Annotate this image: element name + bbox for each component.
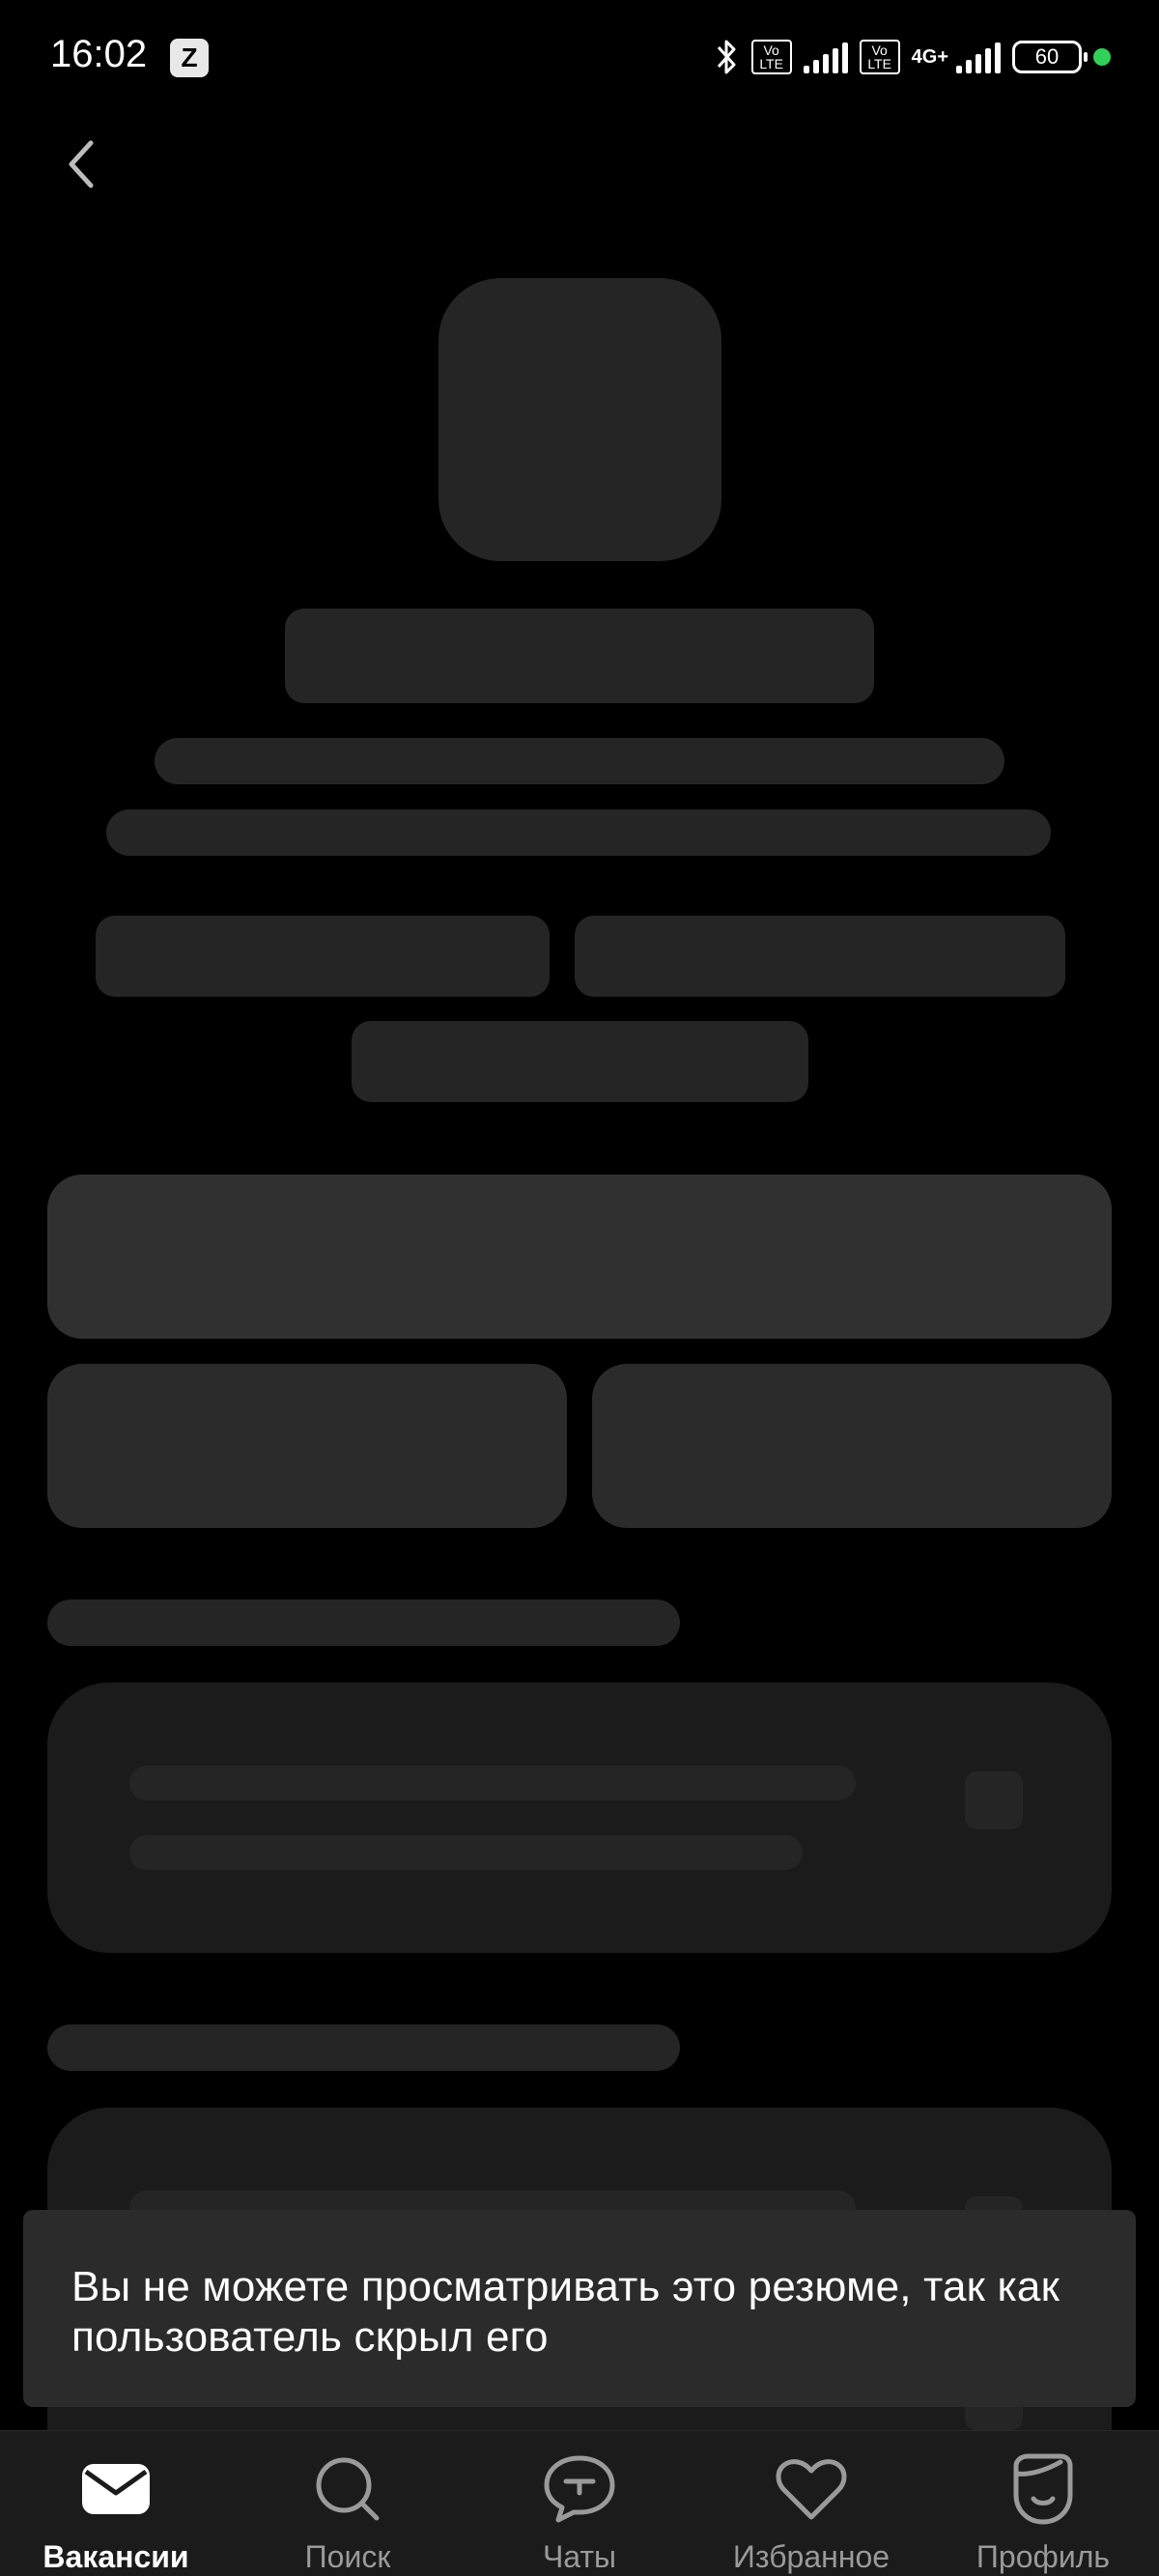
toast-text: Вы не можете просматривать это резюме, т…	[71, 2263, 1060, 2361]
signal-icon-1	[803, 41, 848, 73]
nav-item-profile[interactable]: Профиль	[927, 2431, 1159, 2576]
network-type: 4G+	[911, 45, 948, 68]
nav-item-favorites[interactable]: Избранное	[695, 2431, 927, 2576]
toast-message: Вы не можете просматривать это резюме, т…	[23, 2210, 1136, 2407]
tag-placeholder-2	[575, 916, 1065, 997]
status-indicator-dot	[1093, 48, 1111, 66]
nav-item-chats[interactable]: Чаты	[464, 2431, 695, 2576]
section-header-placeholder-2	[47, 2024, 680, 2071]
nav-label: Чаты	[542, 2539, 617, 2574]
bottom-navigation: Вакансии Поиск Чаты Избранное Профиль	[0, 2430, 1159, 2576]
primary-action-placeholder	[47, 1175, 1112, 1339]
tag-placeholder-1	[96, 916, 550, 997]
bluetooth-icon	[717, 40, 736, 74]
nav-item-search[interactable]: Поиск	[232, 2431, 464, 2576]
chevron-left-icon	[69, 140, 94, 188]
app-notification-icon: Z	[170, 39, 209, 77]
section-card-placeholder-1	[47, 1683, 1112, 1953]
mail-icon	[82, 2464, 150, 2514]
secondary-action-placeholder-2	[592, 1364, 1112, 1528]
chat-icon	[544, 2455, 615, 2523]
nav-item-vacancies[interactable]: Вакансии	[0, 2431, 232, 2576]
nav-label: Поиск	[304, 2539, 391, 2574]
nav-label: Вакансии	[42, 2539, 189, 2574]
title-placeholder	[285, 609, 874, 703]
profile-icon	[1013, 2453, 1073, 2525]
subtitle-line-2-placeholder	[106, 809, 1051, 856]
back-button[interactable]	[58, 135, 106, 193]
battery-level: 60	[1034, 44, 1060, 69]
nav-label: Профиль	[975, 2539, 1111, 2574]
heart-icon	[776, 2459, 847, 2520]
subtitle-line-1-placeholder	[155, 738, 1004, 784]
volte-badge-1: Vo LTE	[750, 40, 792, 74]
card-line-placeholder	[129, 1766, 856, 1800]
secondary-action-placeholder-1	[47, 1364, 567, 1528]
section-header-placeholder-1	[47, 1599, 680, 1646]
signal-icon-2	[956, 41, 1001, 73]
nav-label: Избранное	[732, 2539, 890, 2574]
status-time: 16:02	[50, 33, 148, 75]
tag-placeholder-3	[352, 1021, 808, 1102]
card-line-placeholder	[129, 1835, 803, 1870]
search-icon	[316, 2457, 380, 2521]
battery-icon: 60	[1012, 41, 1088, 73]
avatar-placeholder	[438, 278, 721, 561]
volte-badge-2: Vo LTE	[859, 40, 900, 74]
card-icon-placeholder	[965, 1771, 1023, 1829]
status-icons: Vo LTE Vo LTE 4G+ 60	[715, 33, 1111, 81]
